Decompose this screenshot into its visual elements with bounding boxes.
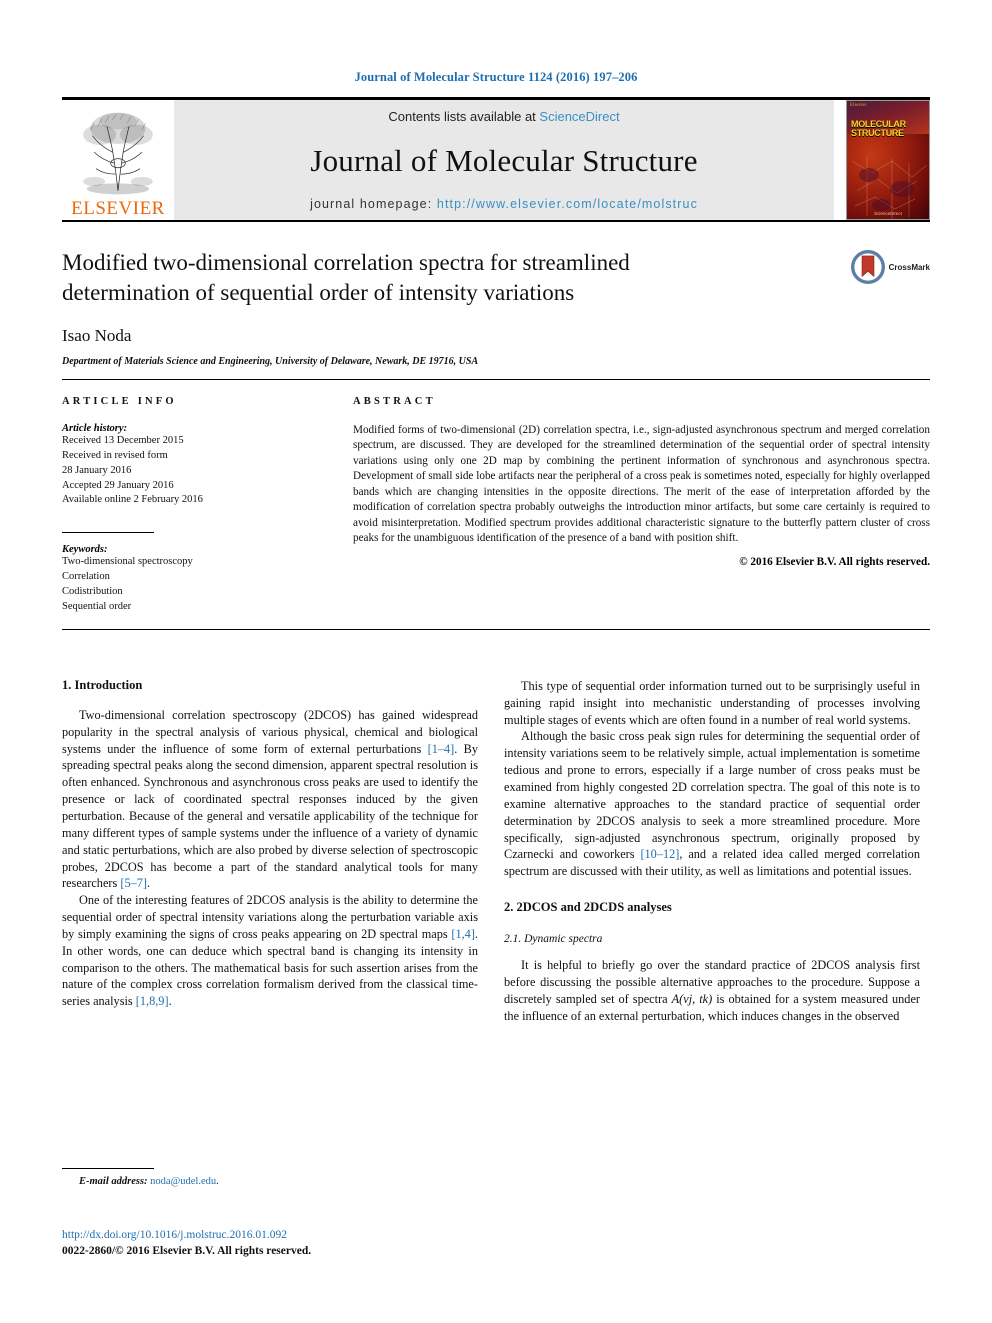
page-footer: http://dx.doi.org/10.1016/j.molstruc.201… — [62, 1228, 562, 1259]
footnote-divider — [62, 1168, 154, 1169]
keyword-item: Sequential order — [62, 601, 132, 613]
keyword-item: Correlation — [62, 571, 110, 583]
article-history-title: Article history: — [62, 422, 128, 434]
citation-ref[interactable]: [1,8,9] — [136, 994, 169, 1008]
sciencedirect-link[interactable]: ScienceDirect — [539, 109, 619, 124]
para-text: Although the basic cross peak sign rules… — [504, 729, 920, 862]
paragraph: Although the basic cross peak sign rules… — [504, 728, 920, 880]
paper-page: Journal of Molecular Structure 1124 (201… — [0, 0, 992, 1323]
title-block: CrossMark Modified two-dimensional corre… — [62, 248, 930, 367]
inline-math: A(νj, tk) — [671, 991, 713, 1006]
footnote-label: E-mail address: — [79, 1176, 148, 1187]
abstract-text: Modified forms of two-dimensional (2D) c… — [353, 423, 930, 544]
para-text: Two-dimensional correlation spectroscopy… — [62, 707, 478, 756]
cover-title-line-2: STRUCTURE — [851, 128, 904, 139]
citation-ref[interactable]: [5–7] — [120, 876, 147, 890]
body-columns: 1. Introduction Two-dimensional correlat… — [62, 678, 930, 1025]
para-text: . By spreading spectral peaks along the … — [62, 741, 478, 891]
crossmark-badge[interactable]: CrossMark — [850, 250, 930, 284]
body-column-left: 1. Introduction Two-dimensional correlat… — [62, 678, 478, 1025]
author-affiliation: Department of Materials Science and Engi… — [62, 355, 479, 367]
history-line: Received 13 December 2015 — [62, 434, 184, 446]
contents-prefix: Contents lists available at — [388, 109, 540, 124]
keywords-block: Keywords: Two-dimensional spectroscopy C… — [62, 532, 327, 615]
cover-title-text: MOLECULAR STRUCTURE — [851, 119, 927, 139]
journal-homepage-link[interactable]: http://www.elsevier.com/locate/molstruc — [437, 197, 698, 211]
cover-brand-text: Elsevier — [850, 103, 867, 108]
paragraph: This type of sequential order informatio… — [504, 678, 920, 727]
para-text: One of the interesting features of 2DCOS… — [62, 893, 478, 941]
footnote-email-line: E-mail address: noda@udel.edu. — [62, 1176, 478, 1187]
article-info-column: ARTICLE INFO Article history: Received 1… — [62, 396, 353, 615]
journal-homepage-line: journal homepage: http://www.elsevier.co… — [310, 197, 698, 211]
crossmark-label: CrossMark — [888, 262, 930, 272]
history-line: Received in revised form — [62, 449, 168, 461]
paragraph: One of the interesting features of 2DCOS… — [62, 892, 478, 1010]
article-info-abstract-wrap: ARTICLE INFO Article history: Received 1… — [62, 380, 930, 623]
info-bottom-rule — [62, 628, 930, 630]
journal-masthead: ELSEVIER Contents lists available at Sci… — [62, 100, 930, 220]
elsevier-tree-icon — [83, 112, 153, 195]
keyword-item: Two-dimensional spectroscopy — [62, 556, 193, 568]
homepage-prefix: journal homepage: — [310, 197, 437, 211]
subsection-heading-dynamic-spectra: 2.1. Dynamic spectra — [504, 933, 603, 946]
author-name: Isao Noda — [62, 325, 132, 345]
page-title: Modified two-dimensional correlation spe… — [62, 250, 630, 305]
abstract-copyright: © 2016 Elsevier B.V. All rights reserved… — [739, 556, 930, 569]
masthead-bottom-rule — [62, 220, 930, 222]
footnote-trailer: . — [216, 1176, 219, 1187]
keywords-title: Keywords: — [62, 544, 108, 556]
citation-ref[interactable]: [10–12] — [640, 847, 679, 861]
section-heading-2dcos: 2. 2DCOS and 2DCDS analyses — [504, 900, 672, 915]
para-text: . — [147, 876, 151, 891]
paragraph: It is helpful to briefly go over the sta… — [504, 957, 920, 1024]
contents-available-line: Contents lists available at ScienceDirec… — [388, 109, 619, 124]
keyword-item: Codistribution — [62, 586, 123, 598]
citation-ref[interactable]: [1,4] — [451, 927, 475, 941]
issn-copyright-line: 0022-2860/© 2016 Elsevier B.V. All right… — [62, 1244, 312, 1257]
journal-cover-thumbnail: Elsevier MOLECULAR STRUCTURE ScienceDire… — [846, 100, 930, 220]
keywords-divider — [62, 532, 154, 534]
author-email-link[interactable]: noda@udel.edu — [150, 1176, 216, 1187]
cover-footer-text: ScienceDirect — [874, 211, 902, 216]
doi-link[interactable]: http://dx.doi.org/10.1016/j.molstruc.201… — [62, 1228, 562, 1244]
article-info-heading: ARTICLE INFO — [62, 395, 177, 407]
journal-title: Journal of Molecular Structure — [310, 142, 698, 178]
footnote-block: E-mail address: noda@udel.edu. — [62, 1168, 478, 1187]
para-text: . — [168, 994, 172, 1009]
running-head: Journal of Molecular Structure 1124 (201… — [354, 70, 638, 84]
paragraph: Two-dimensional correlation spectroscopy… — [62, 707, 478, 892]
masthead-center: Contents lists available at ScienceDirec… — [174, 100, 834, 220]
elsevier-logo: ELSEVIER — [62, 100, 174, 220]
abstract-heading: ABSTRACT — [353, 395, 436, 407]
body-column-right: This type of sequential order informatio… — [504, 678, 920, 1025]
history-line: 28 January 2016 — [62, 464, 132, 476]
elsevier-wordmark: ELSEVIER — [71, 198, 165, 219]
abstract-column: ABSTRACT Modified forms of two-dimension… — [353, 396, 930, 615]
section-heading-introduction: 1. Introduction — [62, 677, 143, 692]
crossmark-icon — [850, 250, 885, 284]
citation-ref[interactable]: [1–4] — [428, 742, 455, 756]
history-line: Available online 2 February 2016 — [62, 494, 203, 506]
history-line: Accepted 29 January 2016 — [62, 479, 174, 491]
